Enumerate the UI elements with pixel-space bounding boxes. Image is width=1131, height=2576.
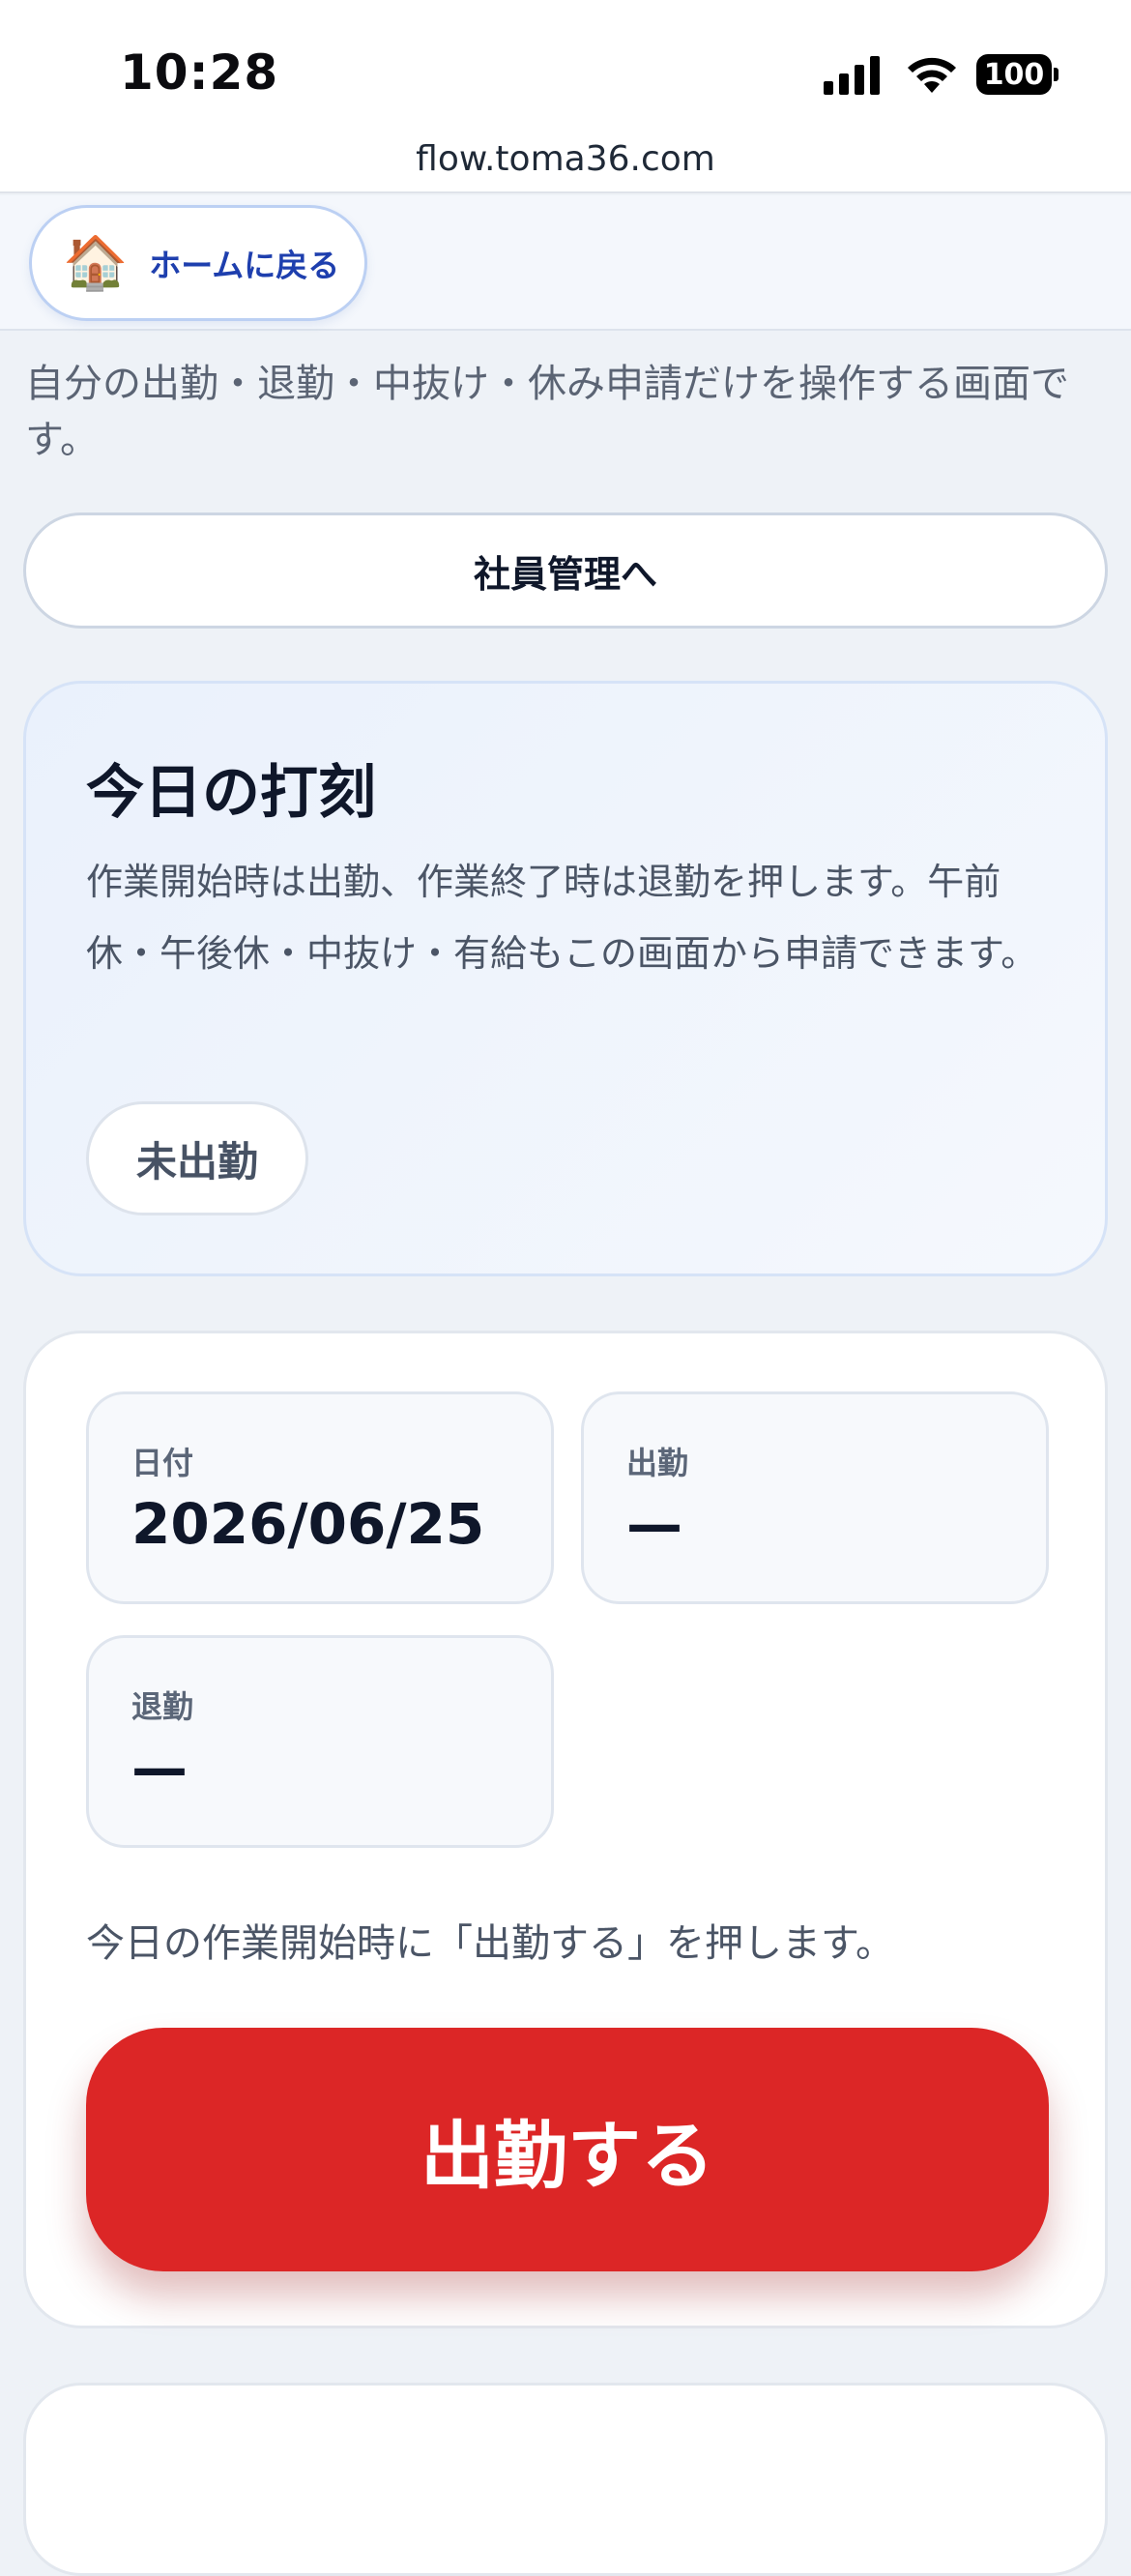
home-button-label: ホームに戻る xyxy=(149,247,340,284)
address-bar[interactable]: flow.toma36.com xyxy=(0,126,1131,193)
employee-management-label: 社員管理へ xyxy=(473,552,657,596)
employee-management-button[interactable]: 社員管理へ xyxy=(23,512,1108,629)
clock-out-label: 退勤 xyxy=(131,1688,194,1725)
page-description: 自分の出勤・退勤・中抜け・休み申請だけを操作する画面です。 xyxy=(25,362,1069,462)
battery-cap xyxy=(1054,68,1058,81)
date-value: 2026/06/25 xyxy=(131,1491,485,1557)
wifi-icon xyxy=(908,57,956,93)
status-badge-label: 未出勤 xyxy=(135,1137,258,1186)
battery-level: 100 xyxy=(983,57,1045,92)
clock-in-hint: 今日の作業開始時に「出勤する」を押します。 xyxy=(86,1921,894,1966)
url-text: flow.toma36.com xyxy=(416,138,715,179)
status-badge: 未出勤 xyxy=(86,1101,308,1215)
clock-in-value: — xyxy=(626,1491,682,1557)
today-title: 今日の打刻 xyxy=(86,759,376,827)
status-time: 10:28 xyxy=(120,44,279,101)
house-icon: 🏠 xyxy=(63,232,129,293)
cellular-signal-icon xyxy=(824,56,880,95)
home-button[interactable]: 🏠 ホームに戻る xyxy=(29,205,367,321)
today-card: 今日の打刻 作業開始時は出勤、作業終了時は退勤を押します。午前休・午後休・中抜け… xyxy=(23,681,1108,1276)
clock-out-value: — xyxy=(131,1735,188,1800)
clock-in-label: 出勤 xyxy=(626,1445,689,1481)
date-tile: 日付 2026/06/25 xyxy=(86,1391,554,1604)
clock-out-tile: 退勤 — xyxy=(86,1635,554,1848)
top-nav: 🏠 ホームに戻る xyxy=(0,195,1131,331)
punch-card: 日付 2026/06/25 出勤 — 退勤 — 今日の作業開始時に「出勤する」を… xyxy=(23,1331,1108,2328)
clock-in-button-label: 出勤する xyxy=(420,2113,714,2199)
date-label: 日付 xyxy=(131,1445,194,1481)
status-bar: 10:28 100 xyxy=(0,0,1131,135)
today-description: 作業開始時は出勤、作業終了時は退勤を押します。午前休・午後休・中抜け・有給もこの… xyxy=(86,861,1038,975)
battery-icon: 100 xyxy=(976,54,1052,95)
clock-in-button[interactable]: 出勤する xyxy=(86,2028,1049,2271)
next-card xyxy=(23,2383,1108,2576)
clock-in-tile: 出勤 — xyxy=(581,1391,1049,1604)
